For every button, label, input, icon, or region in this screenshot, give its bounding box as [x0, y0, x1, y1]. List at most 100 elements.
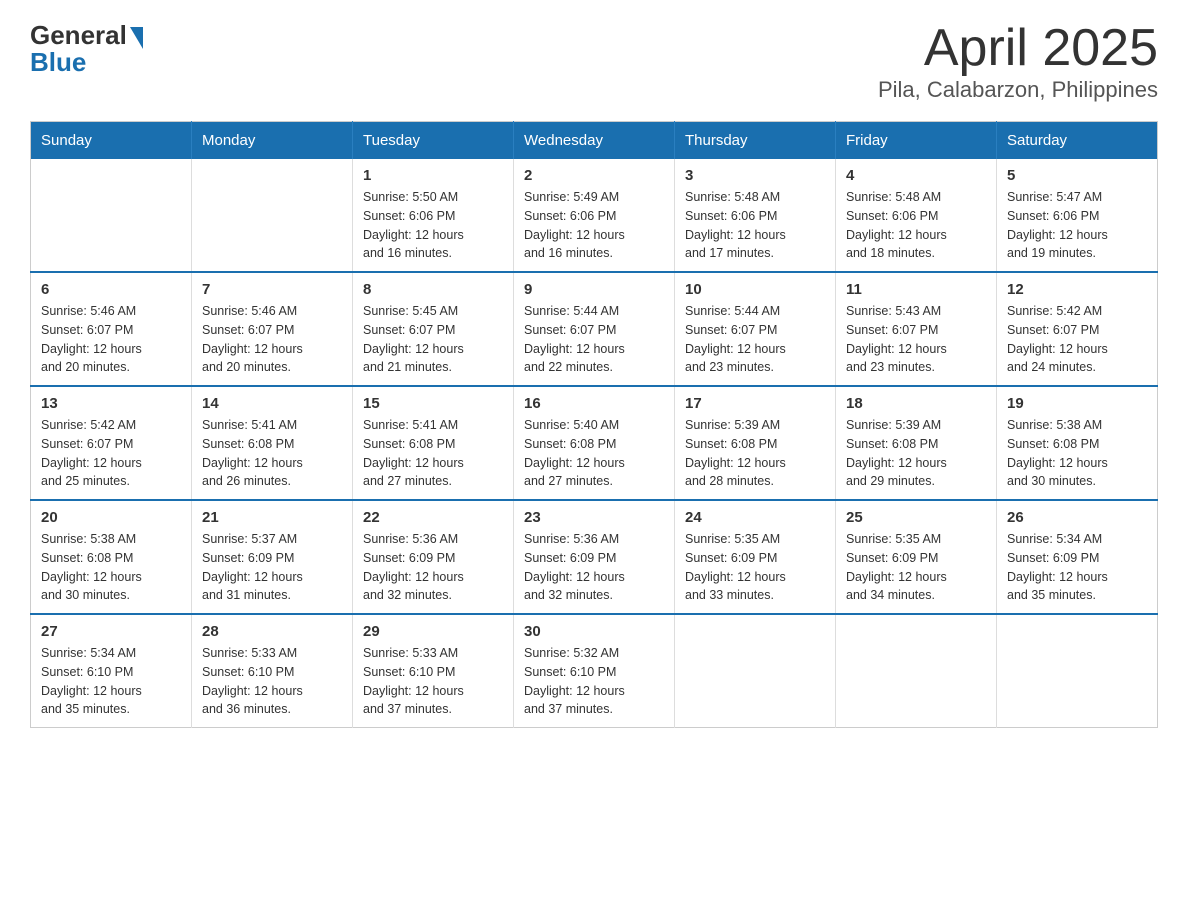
calendar-cell: 27Sunrise: 5:34 AMSunset: 6:10 PMDayligh… [31, 614, 192, 728]
day-number: 25 [846, 509, 986, 526]
day-info: Sunrise: 5:38 AMSunset: 6:08 PMDaylight:… [41, 530, 181, 605]
day-info: Sunrise: 5:32 AMSunset: 6:10 PMDaylight:… [524, 644, 664, 719]
day-number: 26 [1007, 509, 1147, 526]
calendar-table: SundayMondayTuesdayWednesdayThursdayFrid… [30, 121, 1158, 728]
day-info: Sunrise: 5:48 AMSunset: 6:06 PMDaylight:… [846, 188, 986, 263]
calendar-cell: 7Sunrise: 5:46 AMSunset: 6:07 PMDaylight… [192, 272, 353, 386]
calendar-day-header: Monday [192, 122, 353, 160]
day-info: Sunrise: 5:42 AMSunset: 6:07 PMDaylight:… [41, 416, 181, 491]
calendar-cell: 13 Sunrise: 5:42 AMSunset: 6:07 PMDayligh… [31, 386, 192, 500]
day-number: 14 [202, 395, 342, 412]
calendar-cell: 25 Sunrise: 5:35 AMSunset: 6:09 PMDayligh… [836, 500, 997, 614]
title-block: April 2025 Pila, Calabarzon, Philippines [878, 20, 1158, 103]
day-info: Sunrise: 5:45 AMSunset: 6:07 PMDaylight:… [363, 302, 503, 377]
page-subtitle: Pila, Calabarzon, Philippines [878, 77, 1158, 103]
day-number: 29 [363, 623, 503, 640]
calendar-cell: 1 Sunrise: 5:50 AMSunset: 6:06 PMDaylight… [353, 159, 514, 272]
calendar-cell: 9Sunrise: 5:44 AMSunset: 6:07 PMDaylight… [514, 272, 675, 386]
day-info: Sunrise: 5:40 AMSunset: 6:08 PMDaylight:… [524, 416, 664, 491]
day-number: 12 [1007, 281, 1147, 298]
calendar-cell [997, 614, 1158, 728]
calendar-cell [192, 159, 353, 272]
calendar-week-row: 13 Sunrise: 5:42 AMSunset: 6:07 PMDayligh… [31, 386, 1158, 500]
calendar-body: 1 Sunrise: 5:50 AMSunset: 6:06 PMDaylight… [31, 159, 1158, 728]
day-number: 18 [846, 395, 986, 412]
day-number: 10 [685, 281, 825, 298]
day-number: 13 [41, 395, 181, 412]
calendar-cell [675, 614, 836, 728]
day-info: Sunrise: 5:44 AMSunset: 6:07 PMDaylight:… [524, 302, 664, 377]
day-number: 30 [524, 623, 664, 640]
page-title: April 2025 [878, 20, 1158, 77]
day-number: 16 [524, 395, 664, 412]
day-info: Sunrise: 5:42 AMSunset: 6:07 PMDaylight:… [1007, 302, 1147, 377]
calendar-cell: 30 Sunrise: 5:32 AMSunset: 6:10 PMDayligh… [514, 614, 675, 728]
day-info: Sunrise: 5:36 AMSunset: 6:09 PMDaylight:… [363, 530, 503, 605]
day-info: Sunrise: 5:50 AMSunset: 6:06 PMDaylight:… [363, 188, 503, 263]
calendar-cell: 22 Sunrise: 5:36 AMSunset: 6:09 PMDayligh… [353, 500, 514, 614]
day-info: Sunrise: 5:47 AMSunset: 6:06 PMDaylight:… [1007, 188, 1147, 263]
calendar-day-header: Tuesday [353, 122, 514, 160]
day-info: Sunrise: 5:43 AMSunset: 6:07 PMDaylight:… [846, 302, 986, 377]
calendar-cell: 5 Sunrise: 5:47 AMSunset: 6:06 PMDaylight… [997, 159, 1158, 272]
day-info: Sunrise: 5:36 AMSunset: 6:09 PMDaylight:… [524, 530, 664, 605]
calendar-day-header: Thursday [675, 122, 836, 160]
calendar-cell [836, 614, 997, 728]
day-number: 11 [846, 281, 986, 298]
day-number: 22 [363, 509, 503, 526]
calendar-cell: 11 Sunrise: 5:43 AMSunset: 6:07 PMDayligh… [836, 272, 997, 386]
day-number: 20 [41, 509, 181, 526]
day-number: 1 [363, 167, 503, 184]
day-number: 2 [524, 167, 664, 184]
day-info: Sunrise: 5:35 AMSunset: 6:09 PMDaylight:… [846, 530, 986, 605]
calendar-cell: 12 Sunrise: 5:42 AMSunset: 6:07 PMDayligh… [997, 272, 1158, 386]
day-info: Sunrise: 5:39 AMSunset: 6:08 PMDaylight:… [846, 416, 986, 491]
day-info: Sunrise: 5:46 AMSunset: 6:07 PMDaylight:… [41, 302, 181, 377]
day-number: 23 [524, 509, 664, 526]
logo: General Blue [30, 20, 143, 78]
calendar-cell: 20 Sunrise: 5:38 AMSunset: 6:08 PMDayligh… [31, 500, 192, 614]
day-number: 5 [1007, 167, 1147, 184]
day-info: Sunrise: 5:33 AMSunset: 6:10 PMDaylight:… [202, 644, 342, 719]
calendar-week-row: 27Sunrise: 5:34 AMSunset: 6:10 PMDayligh… [31, 614, 1158, 728]
day-info: Sunrise: 5:35 AMSunset: 6:09 PMDaylight:… [685, 530, 825, 605]
day-number: 6 [41, 281, 181, 298]
calendar-cell: 3Sunrise: 5:48 AMSunset: 6:06 PMDaylight… [675, 159, 836, 272]
day-info: Sunrise: 5:34 AMSunset: 6:09 PMDaylight:… [1007, 530, 1147, 605]
calendar-week-row: 6 Sunrise: 5:46 AMSunset: 6:07 PMDaylight… [31, 272, 1158, 386]
logo-blue-text: Blue [30, 47, 86, 78]
day-number: 19 [1007, 395, 1147, 412]
page-header: General Blue April 2025 Pila, Calabarzon… [30, 20, 1158, 103]
calendar-cell: 10 Sunrise: 5:44 AMSunset: 6:07 PMDayligh… [675, 272, 836, 386]
calendar-day-header: Wednesday [514, 122, 675, 160]
calendar-cell: 16 Sunrise: 5:40 AMSunset: 6:08 PMDayligh… [514, 386, 675, 500]
calendar-header-row: SundayMondayTuesdayWednesdayThursdayFrid… [31, 122, 1158, 160]
day-info: Sunrise: 5:41 AMSunset: 6:08 PMDaylight:… [363, 416, 503, 491]
day-number: 4 [846, 167, 986, 184]
calendar-cell: 14Sunrise: 5:41 AMSunset: 6:08 PMDayligh… [192, 386, 353, 500]
calendar-cell: 24 Sunrise: 5:35 AMSunset: 6:09 PMDayligh… [675, 500, 836, 614]
calendar-day-header: Sunday [31, 122, 192, 160]
calendar-cell: 15 Sunrise: 5:41 AMSunset: 6:08 PMDayligh… [353, 386, 514, 500]
calendar-cell: 29Sunrise: 5:33 AMSunset: 6:10 PMDayligh… [353, 614, 514, 728]
day-info: Sunrise: 5:38 AMSunset: 6:08 PMDaylight:… [1007, 416, 1147, 491]
day-info: Sunrise: 5:37 AMSunset: 6:09 PMDaylight:… [202, 530, 342, 605]
day-number: 28 [202, 623, 342, 640]
logo-triangle-icon [130, 27, 143, 49]
day-info: Sunrise: 5:48 AMSunset: 6:06 PMDaylight:… [685, 188, 825, 263]
calendar-day-header: Saturday [997, 122, 1158, 160]
day-info: Sunrise: 5:49 AMSunset: 6:06 PMDaylight:… [524, 188, 664, 263]
day-number: 15 [363, 395, 503, 412]
calendar-cell: 4 Sunrise: 5:48 AMSunset: 6:06 PMDaylight… [836, 159, 997, 272]
day-number: 17 [685, 395, 825, 412]
day-number: 24 [685, 509, 825, 526]
day-info: Sunrise: 5:44 AMSunset: 6:07 PMDaylight:… [685, 302, 825, 377]
calendar-cell: 17Sunrise: 5:39 AMSunset: 6:08 PMDayligh… [675, 386, 836, 500]
calendar-cell: 6 Sunrise: 5:46 AMSunset: 6:07 PMDaylight… [31, 272, 192, 386]
calendar-cell: 26 Sunrise: 5:34 AMSunset: 6:09 PMDayligh… [997, 500, 1158, 614]
calendar-cell: 23 Sunrise: 5:36 AMSunset: 6:09 PMDayligh… [514, 500, 675, 614]
calendar-week-row: 1 Sunrise: 5:50 AMSunset: 6:06 PMDaylight… [31, 159, 1158, 272]
day-number: 8 [363, 281, 503, 298]
calendar-day-header: Friday [836, 122, 997, 160]
day-info: Sunrise: 5:34 AMSunset: 6:10 PMDaylight:… [41, 644, 181, 719]
